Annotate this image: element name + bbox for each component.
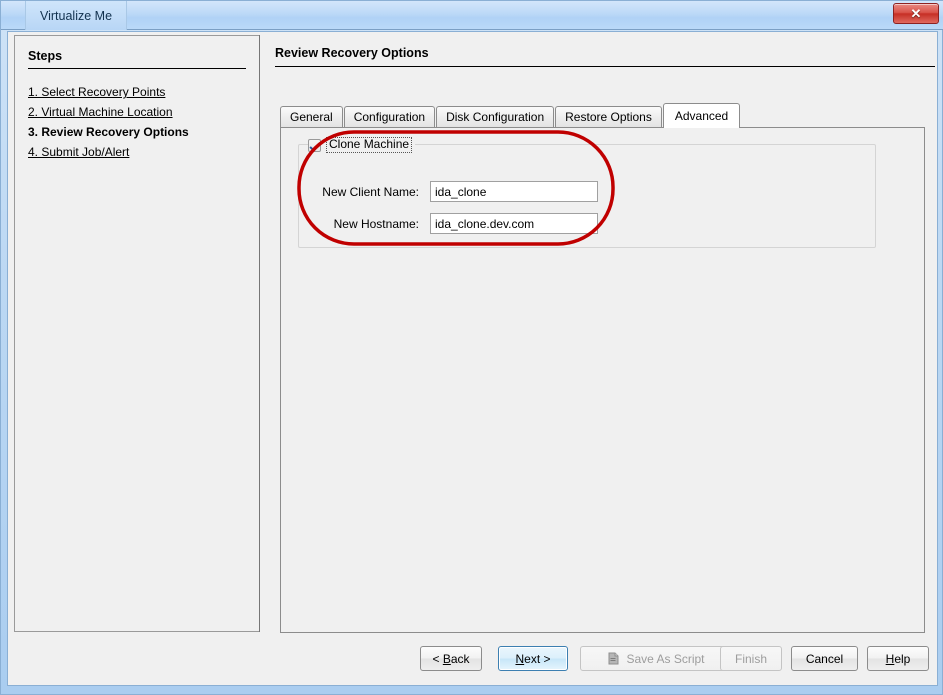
back-button[interactable]: < Back <box>420 646 482 671</box>
sidebar-item-review-recovery-options: 3. Review Recovery Options <box>28 122 253 142</box>
new-hostname-label: New Hostname: <box>319 217 419 231</box>
application-window: Virtualize Me ✕ Steps 1. Select Recovery… <box>0 0 943 695</box>
steps-list: 1. Select Recovery Points 2. Virtual Mac… <box>28 82 253 162</box>
title-bar: Virtualize Me ✕ <box>1 1 943 30</box>
window-title: Virtualize Me <box>40 9 112 23</box>
new-client-name-input[interactable]: ida_clone <box>430 181 598 202</box>
cancel-button[interactable]: Cancel <box>791 646 858 671</box>
close-icon[interactable]: ✕ <box>893 3 939 24</box>
tab-advanced[interactable]: Advanced <box>663 103 740 128</box>
help-button[interactable]: Help <box>867 646 929 671</box>
new-client-name-row: New Client Name: ida_clone <box>319 181 598 202</box>
window-title-tab: Virtualize Me <box>25 1 127 30</box>
back-button-label: < Back <box>432 652 469 666</box>
finish-button-label: Finish <box>735 652 767 666</box>
tab-panel-advanced: Clone Machine New Client Name: ida_clone… <box>280 127 925 633</box>
page-title: Review Recovery Options <box>275 46 429 60</box>
tab-strip: General Configuration Disk Configuration… <box>280 103 741 127</box>
cancel-button-label: Cancel <box>806 652 843 666</box>
next-button-label: Next > <box>515 652 550 666</box>
new-hostname-row: New Hostname: ida_clone.dev.com <box>319 213 598 234</box>
dialog-client-area: Steps 1. Select Recovery Points 2. Virtu… <box>7 31 938 686</box>
sidebar-item-submit-job-alert[interactable]: 4. Submit Job/Alert <box>28 142 253 162</box>
close-glyph: ✕ <box>911 7 922 20</box>
tab-restore-options[interactable]: Restore Options <box>555 106 662 127</box>
finish-button: Finish <box>720 646 782 671</box>
clone-machine-legend: Clone Machine <box>308 136 415 154</box>
clone-machine-checkbox[interactable] <box>308 139 321 152</box>
dialog-button-bar: < Back Next > Save As Script Finish <box>8 632 939 685</box>
sidebar-item-select-recovery-points[interactable]: 1. Select Recovery Points <box>28 82 253 102</box>
new-client-name-label: New Client Name: <box>319 185 419 199</box>
main-content-pane: Review Recovery Options General Configur… <box>260 35 933 632</box>
steps-heading: Steps <box>28 49 62 63</box>
script-icon <box>607 652 620 665</box>
tab-disk-configuration[interactable]: Disk Configuration <box>436 106 554 127</box>
steps-sidebar: Steps 1. Select Recovery Points 2. Virtu… <box>14 35 259 632</box>
save-as-script-button: Save As Script <box>580 646 732 671</box>
clone-machine-groupbox: Clone Machine New Client Name: ida_clone… <box>298 144 876 248</box>
clone-machine-label[interactable]: Clone Machine <box>326 137 412 153</box>
page-title-divider <box>275 66 935 67</box>
save-as-script-label: Save As Script <box>626 652 704 666</box>
new-hostname-input[interactable]: ida_clone.dev.com <box>430 213 598 234</box>
steps-heading-divider <box>28 68 246 69</box>
help-button-label: Help <box>886 652 911 666</box>
tab-general[interactable]: General <box>280 106 343 127</box>
tab-configuration[interactable]: Configuration <box>344 106 435 127</box>
next-button[interactable]: Next > <box>498 646 568 671</box>
sidebar-item-virtual-machine-location[interactable]: 2. Virtual Machine Location <box>28 102 253 122</box>
